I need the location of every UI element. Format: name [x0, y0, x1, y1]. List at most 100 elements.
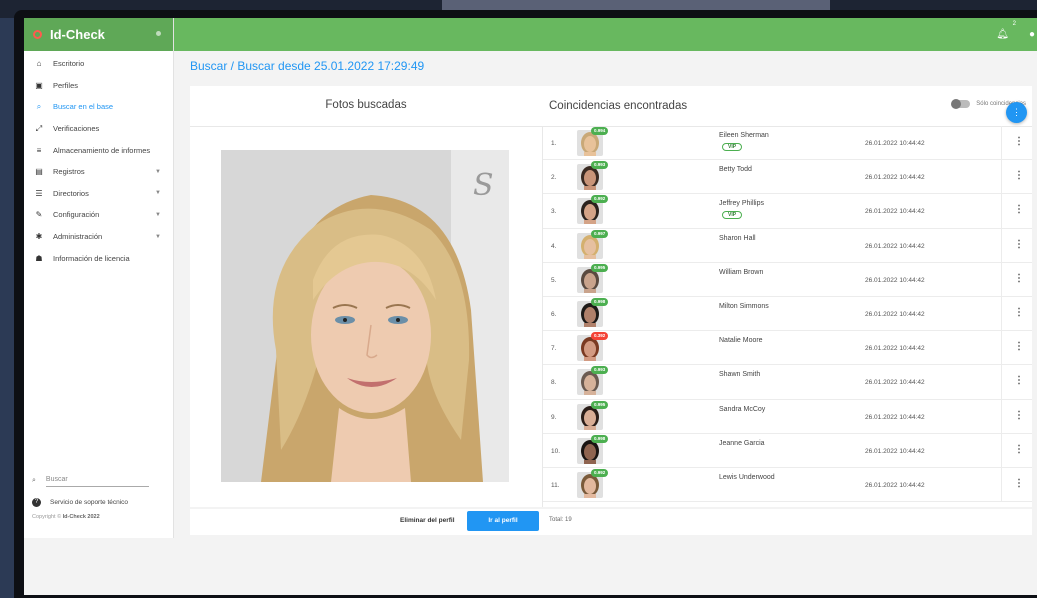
similarity-badge: 0.993	[591, 366, 609, 375]
row-menu-icon[interactable]: ⋮	[1014, 204, 1024, 215]
sidebar-search-input[interactable]: Buscar	[45, 476, 149, 487]
match-name[interactable]: Milton Simmons	[719, 303, 769, 310]
row-divider	[1001, 194, 1002, 229]
searched-photos-title: Fotos buscadas	[325, 99, 407, 111]
table-row[interactable]: 3. 0.992 Jeffrey Phillips VIP 26.01.2022 10:…	[543, 194, 1032, 229]
match-date: 26.01.2022 10:44:42	[865, 379, 925, 387]
match-name[interactable]: Shawn Smith	[719, 371, 760, 378]
similarity-badge: 0.994	[591, 127, 609, 135]
matches-list: 1. 0.994 Eileen Sherman VIP 26.01.2022 10:44…	[543, 126, 1032, 503]
match-date: 26.01.2022 10:44:42	[865, 242, 925, 250]
row-number: 6.	[551, 310, 557, 318]
sidebar-item-2[interactable]: ⌕ Buscar en el base	[24, 96, 173, 118]
row-menu-icon[interactable]: ⋮	[1014, 444, 1024, 455]
row-number: 2.	[551, 174, 557, 182]
go-to-profile-button[interactable]: Ir al perfil	[467, 511, 539, 531]
match-name[interactable]: Sharon Hall	[719, 235, 756, 242]
row-divider	[1001, 433, 1002, 468]
row-menu-icon[interactable]: ⋮	[1014, 136, 1024, 147]
row-menu-icon[interactable]: ⋮	[1014, 478, 1024, 489]
match-date: 26.01.2022 10:44:42	[865, 345, 925, 353]
sidebar-item-label: Registros	[53, 167, 85, 177]
toggle-switch[interactable]	[951, 99, 971, 109]
table-row[interactable]: 11. 0.992 Lewis Underwood 26.01.2022 10:44:…	[543, 467, 1032, 503]
table-row[interactable]: 9. 0.995 Sandra McCoy 26.01.2022 10:44:42 ⋮	[543, 399, 1032, 434]
match-name[interactable]: Lewis Underwood	[719, 474, 775, 481]
sidebar-item-0[interactable]: ⌂ Escritorio	[24, 53, 173, 75]
searched-face-image: S	[221, 150, 509, 482]
row-number: 10.	[551, 447, 561, 455]
remove-from-profile-button[interactable]: Eliminar del perfil	[400, 517, 455, 524]
row-menu-icon[interactable]: ⋮	[1014, 239, 1024, 250]
sidebar-item-3[interactable]: ⤢ Verificaciones	[24, 118, 173, 140]
match-name[interactable]: Jeanne Garcia	[719, 440, 765, 447]
search-icon: ⌕	[32, 477, 36, 484]
list-icon: ☰	[35, 188, 43, 198]
match-name[interactable]: Sandra McCoy	[719, 406, 765, 413]
sidebar-item-1[interactable]: ▣ Perfiles	[24, 75, 173, 97]
license-icon: ☗	[35, 253, 43, 263]
sidebar-collapse-icon[interactable]	[156, 31, 161, 36]
table-row[interactable]: 8. 0.993 Shawn Smith 26.01.2022 10:44:42 ⋮	[543, 365, 1032, 400]
sidebar-item-4[interactable]: ≡ Almacenamiento de informes	[24, 139, 173, 161]
support-link[interactable]: ? Servicio de soporte técnico	[24, 492, 174, 512]
expand-arrows-icon: ⤢	[35, 123, 43, 133]
row-menu-icon[interactable]: ⋮	[1014, 375, 1024, 386]
copyright-brand: Id-Check 2022	[62, 514, 100, 520]
row-menu-icon[interactable]: ⋮	[1014, 273, 1024, 284]
match-date: 26.01.2022 10:44:42	[865, 447, 925, 455]
sidebar-item-8[interactable]: ✱ Administración ▼	[24, 226, 173, 248]
brand-name: Id-Check	[50, 27, 105, 42]
chevron-down-icon: ▼	[155, 190, 161, 197]
vip-badge: VIP	[722, 211, 743, 220]
sidebar-item-5[interactable]: ▤ Registros ▼	[24, 161, 173, 183]
match-name[interactable]: Jeffrey Phillips	[719, 200, 764, 207]
match-name[interactable]: Eileen Sherman	[719, 132, 769, 139]
sidebar-search[interactable]: ⌕ Buscar	[24, 470, 174, 492]
sidebar-nav: ⌂ Escritorio ▣ Perfiles ⌕ Buscar en el base ⤢ V…	[24, 51, 173, 269]
row-menu-icon[interactable]: ⋮	[1014, 307, 1024, 318]
table-icon: ▤	[35, 167, 43, 177]
home-icon: ⌂	[36, 59, 42, 69]
row-menu-icon[interactable]: ⋮	[1014, 410, 1024, 421]
sidebar-item-7[interactable]: ✎ Configuración ▼	[24, 204, 173, 226]
breadcrumb[interactable]: Buscar / Buscar desde 25.01.2022 17:29:4…	[190, 59, 424, 73]
row-menu-icon[interactable]: ⋮	[1014, 341, 1024, 352]
similarity-badge: 0.998	[591, 297, 609, 306]
similarity-badge: 0.992	[591, 195, 609, 204]
bell-icon[interactable]: 🔔︎ 2	[996, 21, 1016, 40]
more-options-fab[interactable]: ⋮	[1006, 102, 1027, 123]
match-name[interactable]: William Brown	[719, 269, 763, 276]
sidebar-item-label: Almacenamiento de informes	[53, 145, 151, 155]
table-row[interactable]: 1. 0.994 Eileen Sherman VIP 26.01.2022 10:44…	[543, 126, 1032, 161]
match-date: 26.01.2022 10:44:42	[865, 276, 925, 284]
table-row[interactable]: 7. 0.392 Natalie Moore 26.01.2022 10:44:42 ⋮	[543, 331, 1032, 366]
row-divider	[1001, 296, 1002, 331]
results-panel: Fotos buscadas Coincidencias encontradas…	[190, 86, 1032, 507]
sidebar-item-label: Directorios	[53, 188, 89, 198]
sidebar-item-label: Verificaciones	[53, 124, 100, 134]
notification-count: 2	[1012, 21, 1016, 27]
row-divider	[1001, 262, 1002, 297]
similarity-badge: 0.997	[591, 229, 609, 238]
row-menu-icon[interactable]: ⋮	[1014, 170, 1024, 181]
match-name[interactable]: Natalie Moore	[719, 337, 763, 344]
match-date: 26.01.2022 10:44:42	[865, 208, 925, 216]
user-icon[interactable]: ●	[1029, 29, 1035, 40]
top-bar-icons: 🔔︎ 2 ●	[996, 18, 1037, 51]
match-name[interactable]: Betty Todd	[719, 166, 752, 173]
search-icon: ⌕	[36, 101, 42, 111]
sidebar-item-9[interactable]: ☗ Información de licencia	[24, 247, 173, 269]
row-number: 8.	[551, 379, 557, 387]
table-row[interactable]: 2. 0.993 Betty Todd 26.01.2022 10:44:42 ⋮	[543, 160, 1032, 195]
sidebar-item-6[interactable]: ☰ Directorios ▼	[24, 183, 173, 205]
row-divider	[1001, 467, 1002, 502]
match-date: 26.01.2022 10:44:42	[865, 481, 925, 489]
sidebar: Id-Check ⌂ Escritorio ▣ Perfiles ⌕ Buscar en …	[24, 18, 174, 538]
table-row[interactable]: 4. 0.997 Sharon Hall 26.01.2022 10:44:42 ⋮	[543, 228, 1032, 263]
similarity-badge: 0.995	[591, 263, 609, 272]
table-row[interactable]: 5. 0.995 William Brown 26.01.2022 10:44:42 ⋮	[543, 262, 1032, 297]
sidebar-item-label: Configuración	[53, 210, 100, 220]
table-row[interactable]: 6. 0.998 Milton Simmons 26.01.2022 10:44:42…	[543, 296, 1032, 332]
table-row[interactable]: 10. 0.998 Jeanne Garcia 26.01.2022 10:44:42…	[543, 433, 1032, 468]
